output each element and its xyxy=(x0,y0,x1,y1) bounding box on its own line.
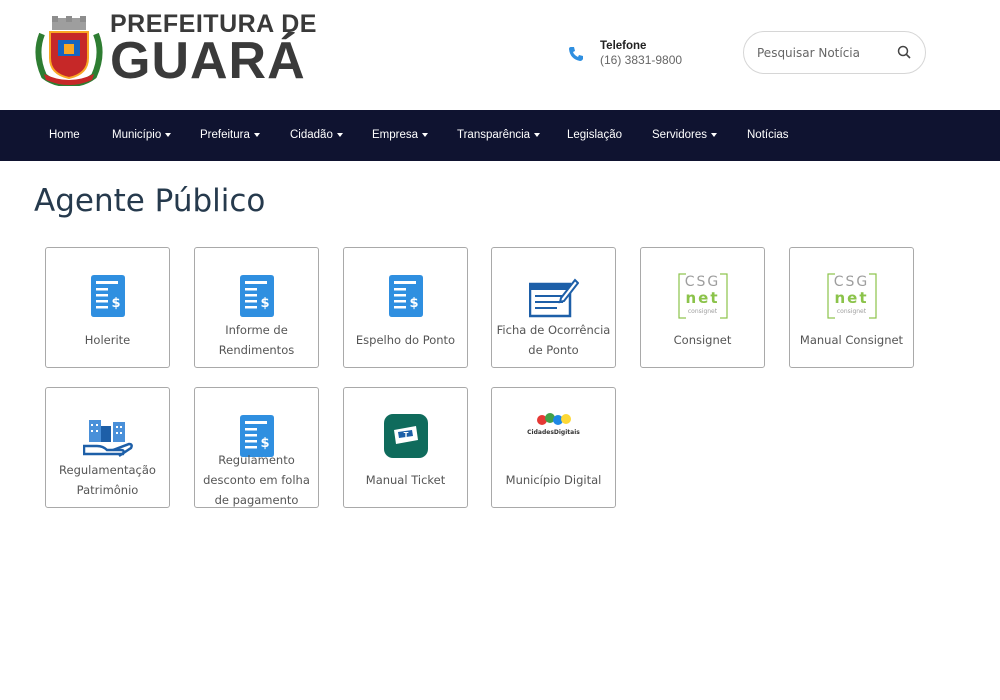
cidades-digitais-logo: CidadesDigitais xyxy=(524,412,584,442)
csg-logo-bottom: net xyxy=(834,289,869,307)
phone-number[interactable]: (16) 3831-9800 xyxy=(600,53,682,67)
svg-text:$: $ xyxy=(260,296,269,311)
document-dollar-icon: $ xyxy=(239,275,274,317)
nav-item-empresa[interactable]: Empresa xyxy=(372,110,429,161)
main-nav: Home Município Prefeitura Cidadão Empres… xyxy=(0,110,1000,161)
nav-item-prefeitura[interactable]: Prefeitura xyxy=(200,110,260,161)
card-consignet[interactable]: CSG net consignet Consignet xyxy=(640,247,765,368)
card-label: Consignet xyxy=(673,333,732,347)
card-regulamentacao-patrimonio[interactable]: Regulamentação Patrimônio xyxy=(45,387,170,508)
card-label: Regulamento desconto em folha de pagamen… xyxy=(203,453,310,507)
card-label: Ficha de Ocorrência de Ponto xyxy=(496,323,611,357)
phone-icon xyxy=(569,46,583,61)
nav-item-servidores[interactable]: Servidores xyxy=(652,110,717,161)
site-logo[interactable]: PREFEITURA DE GUARÁ xyxy=(34,12,317,87)
card-label: Informe de Rendimentos xyxy=(218,323,295,357)
card-label: Manual Consignet xyxy=(799,333,904,347)
card-ficha-ocorrencia[interactable]: Ficha de Ocorrência de Ponto xyxy=(491,247,616,368)
search-icon[interactable] xyxy=(897,45,911,59)
search-input[interactable] xyxy=(757,45,887,60)
site-header: PREFEITURA DE GUARÁ Telefone (16) 3831-9… xyxy=(0,0,1000,110)
svg-text:$: $ xyxy=(260,436,269,451)
ticket-app-icon: T xyxy=(383,414,428,458)
form-pen-icon xyxy=(528,278,579,318)
card-label: Regulamentação Patrimônio xyxy=(59,463,156,497)
cidades-digitais-text: CidadesDigitais xyxy=(527,429,580,436)
nav-item-cidadao[interactable]: Cidadão xyxy=(290,110,343,161)
card-regulamento-desconto[interactable]: $ Regulamento desconto em folha de pagam… xyxy=(194,387,319,508)
caret-down-icon xyxy=(710,132,717,137)
card-municipio-digital[interactable]: CidadesDigitais Município Digital xyxy=(491,387,616,508)
document-dollar-icon: $ xyxy=(388,275,423,317)
card-manual-consignet[interactable]: CSG net consignet Manual Consignet xyxy=(789,247,914,368)
document-dollar-icon: $ xyxy=(90,275,125,317)
svg-text:$: $ xyxy=(409,296,418,311)
buildings-hand-icon xyxy=(82,420,133,458)
csg-logo-top: CSG xyxy=(684,274,721,290)
csg-logo-top: CSG xyxy=(833,274,870,290)
nav-item-home[interactable]: Home xyxy=(49,110,80,161)
caret-down-icon xyxy=(253,132,260,137)
page-title: Agente Público xyxy=(34,183,266,219)
csg-logo-sub: consignet xyxy=(687,308,718,315)
logo-line2: GUARÁ xyxy=(110,32,306,90)
nav-item-transparencia[interactable]: Transparência xyxy=(457,110,541,161)
nav-item-legislacao[interactable]: Legislação xyxy=(567,110,622,161)
card-label: Município Digital xyxy=(505,473,602,487)
caret-down-icon xyxy=(422,132,429,137)
search-box xyxy=(743,31,926,74)
nav-item-noticias[interactable]: Notícias xyxy=(747,110,789,161)
phone-contact: Telefone (16) 3831-9800 xyxy=(568,40,682,67)
csg-net-logo: CSG net consignet xyxy=(826,273,877,321)
card-label: Holerite xyxy=(84,333,131,347)
card-holerite[interactable]: $ Holerite xyxy=(45,247,170,368)
caret-down-icon xyxy=(534,132,541,137)
nav-item-municipio[interactable]: Município xyxy=(112,110,172,161)
csg-logo-bottom: net xyxy=(685,289,720,307)
svg-text:T: T xyxy=(403,431,408,439)
city-crest-icon xyxy=(34,14,104,87)
svg-text:$: $ xyxy=(111,296,120,311)
card-manual-ticket[interactable]: T Manual Ticket xyxy=(343,387,468,508)
csg-logo-sub: consignet xyxy=(836,308,867,315)
card-label: Manual Ticket xyxy=(365,473,446,487)
card-informe-rendimentos[interactable]: $ Informe de Rendimentos xyxy=(194,247,319,368)
card-espelho-ponto[interactable]: $ Espelho do Ponto xyxy=(343,247,468,368)
phone-label: Telefone xyxy=(600,40,647,52)
csg-net-logo: CSG net consignet xyxy=(677,273,728,321)
caret-down-icon xyxy=(165,132,172,137)
card-label: Espelho do Ponto xyxy=(355,333,456,347)
caret-down-icon xyxy=(336,132,343,137)
